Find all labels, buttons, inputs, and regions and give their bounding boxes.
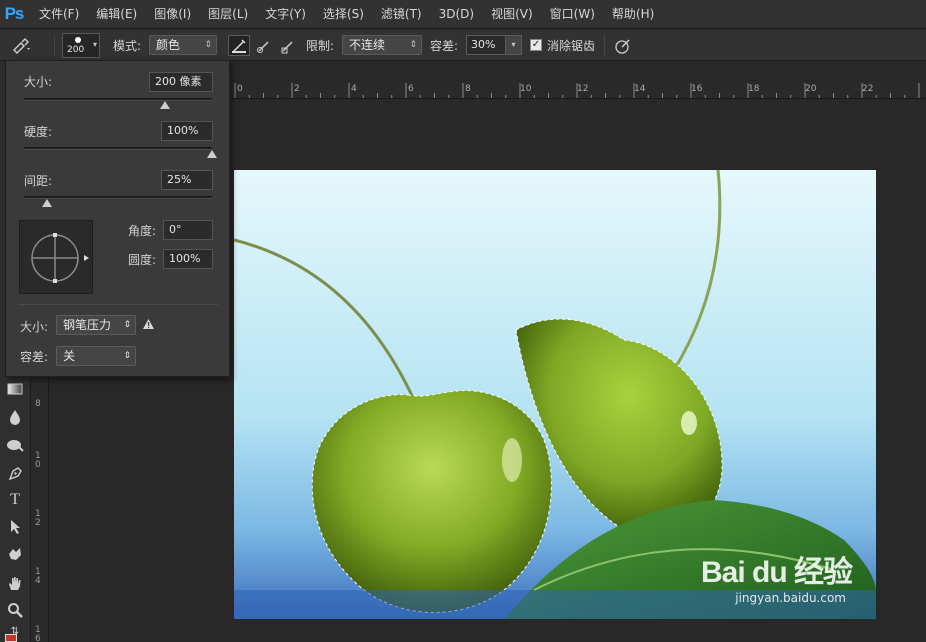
dodge-tool-icon[interactable] xyxy=(2,434,28,456)
roundness-label: 圆度: xyxy=(128,253,157,267)
brush-size-preview: 200 xyxy=(67,45,85,55)
ruler-mark: 1 4 xyxy=(35,567,41,586)
ruler-mark: 8 xyxy=(35,399,41,409)
photoshop-logo: Ps xyxy=(4,4,25,23)
hardness-label: 硬度: xyxy=(24,125,53,139)
menu-image[interactable]: 图像(I) xyxy=(148,0,197,29)
menu-help[interactable]: 帮助(H) xyxy=(606,0,660,29)
baidu-watermark-url: jingyan.baidu.com xyxy=(735,591,846,605)
sampling-once-icon[interactable] xyxy=(253,35,275,56)
warning-icon xyxy=(142,318,155,333)
ruler-mark: 1 6 xyxy=(35,625,41,642)
tolerance-input[interactable]: 30% ▾ xyxy=(466,35,522,55)
color-replacement-brush-icon[interactable] xyxy=(10,35,32,56)
dropdown-arrows-icon: ⇕ xyxy=(204,40,212,50)
ruler-mark: 1 2 xyxy=(35,509,41,528)
limit-dropdown[interactable]: 不连续 ⇕ xyxy=(342,35,422,55)
antialias-label: 消除锯齿 xyxy=(547,39,596,53)
blur-tool-icon[interactable] xyxy=(2,406,28,428)
divider xyxy=(18,304,218,305)
sampling-background-swatch-icon[interactable] xyxy=(277,35,299,56)
pen-size-label: 大小: xyxy=(20,320,49,334)
angle-input[interactable]: 0° xyxy=(163,220,213,240)
size-input[interactable]: 200 像素 xyxy=(149,72,213,92)
spacing-slider-thumb[interactable] xyxy=(41,199,52,207)
zoom-tool-icon[interactable] xyxy=(2,599,28,621)
angle-label: 角度: xyxy=(128,224,157,238)
menu-3d[interactable]: 3D(D) xyxy=(433,0,480,29)
pen-size-value: 钢笔压力 xyxy=(63,318,112,332)
pen-tolerance-label: 容差: xyxy=(20,350,49,364)
size-slider-track[interactable] xyxy=(24,98,212,101)
size-label: 大小: xyxy=(24,75,53,89)
dropdown-arrows-icon: ⇕ xyxy=(123,351,131,361)
menu-filter[interactable]: 滤镜(T) xyxy=(375,0,428,29)
menu-edit[interactable]: 编辑(E) xyxy=(90,0,143,29)
dropdown-arrows-icon: ⇕ xyxy=(409,40,417,50)
hardness-slider-track[interactable] xyxy=(24,147,212,150)
spacing-label: 间距: xyxy=(24,174,53,188)
document-image-cherries[interactable]: Bai du 经验 jingyan.baidu.com xyxy=(234,170,876,619)
menu-window[interactable]: 窗口(W) xyxy=(544,0,601,29)
type-tool-icon[interactable]: T xyxy=(2,489,28,511)
dropdown-arrows-icon: ⇕ xyxy=(123,320,131,330)
path-selection-tool-icon[interactable] xyxy=(2,516,28,538)
ruler-ticks xyxy=(234,83,920,98)
limit-label: 限制: xyxy=(306,39,335,53)
mode-dropdown[interactable]: 颜色 ⇕ xyxy=(149,35,217,55)
pen-tool-icon[interactable] xyxy=(2,462,28,484)
size-slider-thumb[interactable] xyxy=(160,101,170,109)
hand-tool-icon[interactable] xyxy=(2,572,28,594)
roundness-input[interactable]: 100% xyxy=(163,249,213,269)
menu-view[interactable]: 视图(V) xyxy=(485,0,539,29)
pen-tolerance-value: 关 xyxy=(63,349,76,363)
options-bar: 200 ▾ 模式: 颜色 ⇕ 限制: 不连续 ⇕ 容差: 30% ▾ ✓ 消除锯… xyxy=(0,30,926,61)
pen-tolerance-dropdown[interactable]: 关 ⇕ xyxy=(56,346,136,366)
menu-layer[interactable]: 图层(L) xyxy=(202,0,254,29)
custom-shape-tool-icon[interactable] xyxy=(2,543,28,565)
spacing-input[interactable]: 25% xyxy=(161,170,213,190)
tablet-pressure-icon[interactable] xyxy=(612,35,634,56)
gradient-tool-icon[interactable] xyxy=(2,378,28,400)
tolerance-stepper-arrow-icon[interactable]: ▾ xyxy=(505,36,521,54)
tolerance-value: 30% xyxy=(471,38,496,51)
horizontal-ruler: 0 2 4 6 8 10 12 14 16 18 20 22 xyxy=(232,82,926,99)
spacing-slider-track[interactable] xyxy=(24,196,212,199)
tolerance-label: 容差: xyxy=(430,39,459,53)
hardness-input[interactable]: 100% xyxy=(161,121,213,141)
brush-preset-picker[interactable]: 200 ▾ xyxy=(62,33,100,58)
menu-select[interactable]: 选择(S) xyxy=(317,0,370,29)
ruler-mark: 1 0 xyxy=(35,451,41,470)
antialias-checkbox[interactable]: ✓ xyxy=(530,39,542,51)
menu-bar: Ps 文件(F) 编辑(E) 图像(I) 图层(L) 文字(Y) 选择(S) 滤… xyxy=(0,0,926,29)
baidu-watermark-logo: Bai du 经验 xyxy=(700,556,853,589)
mode-label: 模式: xyxy=(113,39,142,53)
menu-file[interactable]: 文件(F) xyxy=(33,0,85,29)
limit-value: 不连续 xyxy=(349,38,386,52)
brush-preset-popup: 大小: 200 像素 硬度: 100% 间距: 25% 角度: 0° 圆度: 1… xyxy=(5,60,230,377)
hardness-slider-thumb[interactable] xyxy=(207,150,217,158)
brush-angle-preview[interactable] xyxy=(19,220,93,294)
mode-value: 颜色 xyxy=(156,38,181,52)
foreground-color-swatch[interactable] xyxy=(5,634,17,642)
menu-type[interactable]: 文字(Y) xyxy=(259,0,312,29)
sampling-continuous-icon[interactable] xyxy=(228,35,250,56)
pen-size-dropdown[interactable]: 钢笔压力 ⇕ xyxy=(56,315,136,335)
